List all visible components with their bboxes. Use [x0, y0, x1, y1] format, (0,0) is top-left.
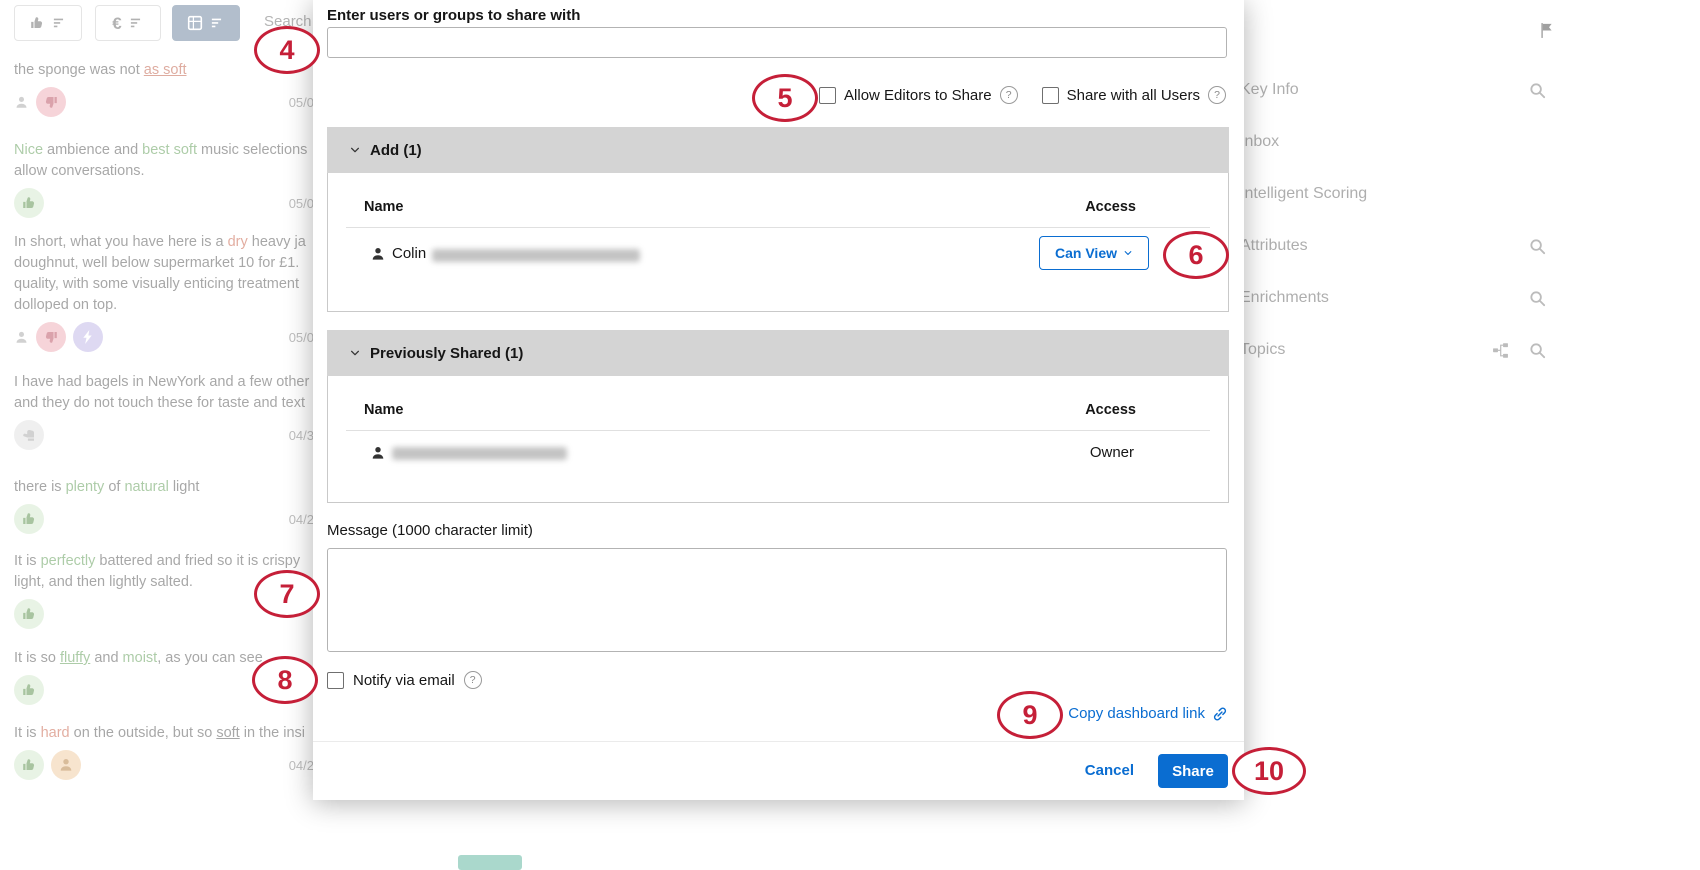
share-all-users-checkbox[interactable] — [1042, 87, 1059, 104]
footer-divider — [313, 741, 1244, 742]
allow-editors-checkbox[interactable] — [819, 87, 836, 104]
person-icon — [370, 246, 386, 262]
notify-row: Notify via email ? — [327, 671, 482, 689]
notify-email-checkbox[interactable] — [327, 672, 344, 689]
share-all-users-label: Share with all Users — [1067, 87, 1200, 104]
access-column-header: Access — [1085, 199, 1136, 215]
allow-editors-label: Allow Editors to Share — [844, 87, 992, 104]
owner-access-value: Owner — [1090, 444, 1134, 461]
notify-email-label: Notify via email — [353, 672, 455, 689]
cancel-button[interactable]: Cancel — [1085, 762, 1134, 779]
help-icon[interactable]: ? — [1208, 86, 1226, 104]
link-icon — [1212, 706, 1228, 722]
share-dialog: Enter users or groups to share with Allo… — [313, 0, 1244, 800]
previously-shared-body: Name Access Owner — [327, 376, 1229, 503]
access-column-header: Access — [1085, 402, 1136, 418]
access-level-value: Can View — [1055, 245, 1117, 261]
redacted-email — [432, 249, 640, 262]
recipient-name: Colin — [392, 245, 426, 262]
recipients-input[interactable] — [327, 27, 1227, 58]
chevron-down-icon — [349, 144, 361, 156]
share-options-row: Allow Editors to Share ? Share with all … — [819, 86, 1226, 104]
share-button[interactable]: Share — [1158, 754, 1228, 788]
copy-dashboard-link-label: Copy dashboard link — [1068, 705, 1205, 722]
add-section-header[interactable]: Add (1) — [327, 127, 1229, 173]
previously-shared-section-header[interactable]: Previously Shared (1) — [327, 330, 1229, 376]
help-icon[interactable]: ? — [464, 671, 482, 689]
redacted-email — [392, 447, 567, 460]
name-column-header: Name — [364, 199, 404, 215]
copy-dashboard-link[interactable]: Copy dashboard link — [1068, 705, 1228, 722]
divider — [346, 227, 1210, 228]
person-icon — [370, 445, 386, 461]
add-section-body: Name Access Colin Can View — [327, 173, 1229, 312]
chevron-down-icon — [349, 347, 361, 359]
divider — [346, 430, 1210, 431]
recipients-label: Enter users or groups to share with — [327, 7, 580, 24]
chevron-down-icon — [1123, 248, 1133, 258]
access-level-dropdown[interactable]: Can View — [1039, 236, 1149, 270]
help-icon[interactable]: ? — [1000, 86, 1018, 104]
message-label: Message (1000 character limit) — [327, 522, 533, 539]
name-column-header: Name — [364, 402, 404, 418]
message-textarea[interactable] — [327, 548, 1227, 652]
previously-shared-title: Previously Shared (1) — [370, 345, 523, 362]
add-section-title: Add (1) — [370, 142, 422, 159]
